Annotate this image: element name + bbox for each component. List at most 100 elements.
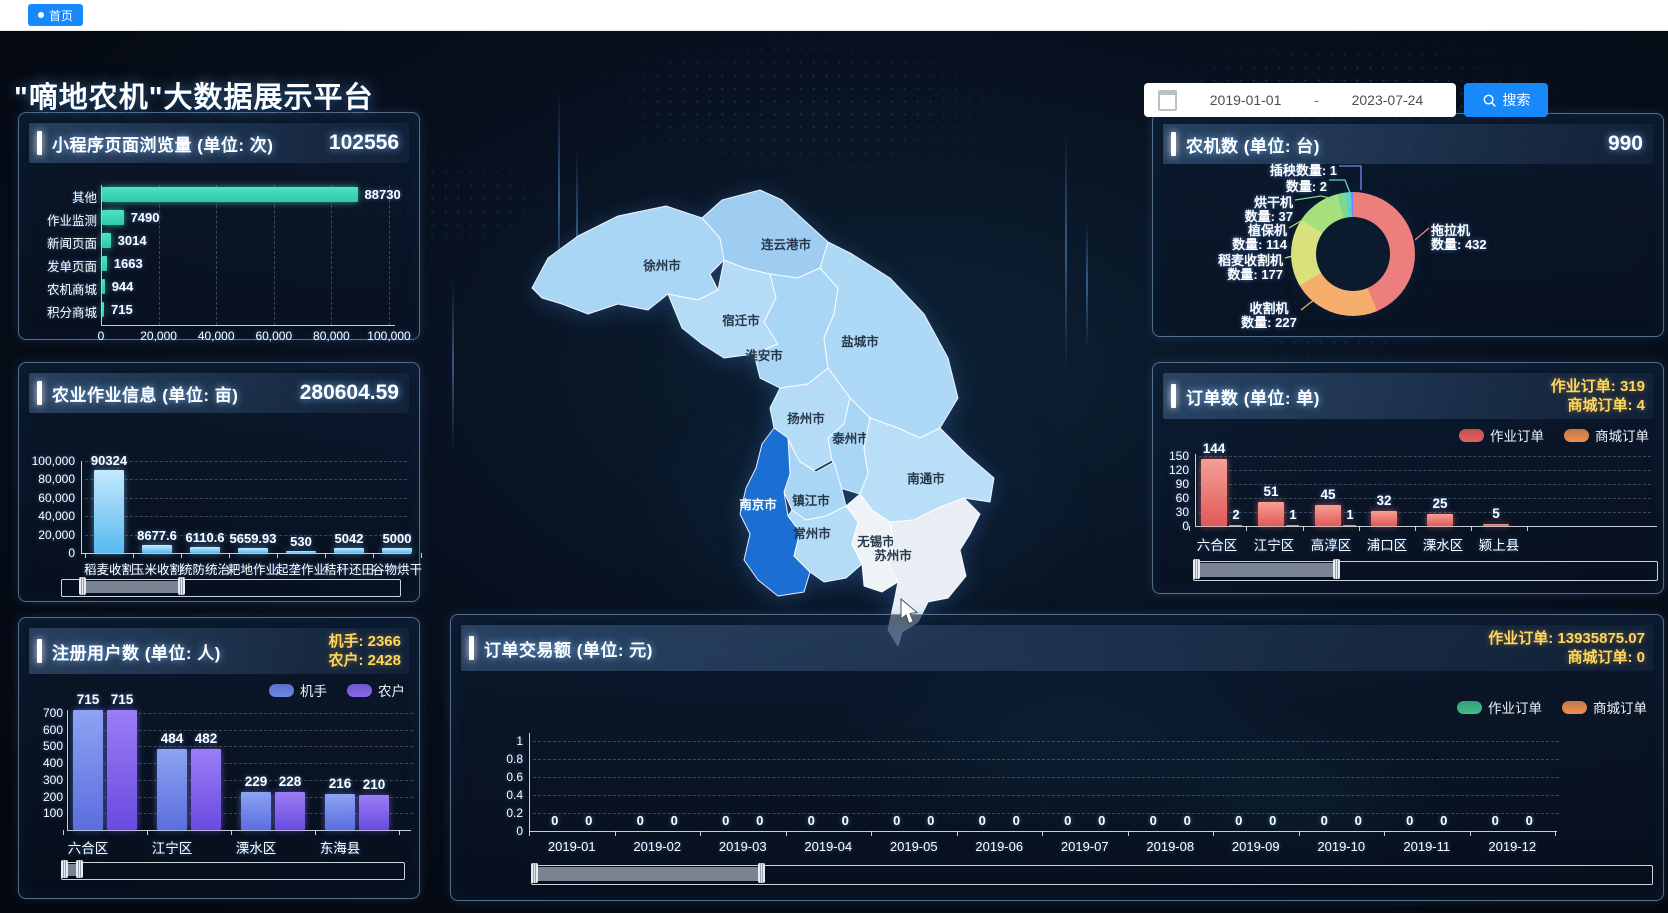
tick-label: 150 xyxy=(1153,449,1189,463)
value-label: 228 xyxy=(267,774,313,789)
donut-label: 数量: 227 xyxy=(1223,312,1315,331)
value-label: 0 xyxy=(1177,813,1197,828)
datazoom-handle[interactable] xyxy=(1333,559,1340,579)
tick-label: 40,000 xyxy=(19,509,75,523)
map-label-宿迁市: 宿迁市 xyxy=(722,313,760,328)
value-label: 144 xyxy=(1189,441,1239,456)
value-label: 715 xyxy=(111,302,181,317)
map-region-连云港市[interactable] xyxy=(702,190,828,278)
datazoom-handle[interactable] xyxy=(79,577,86,595)
date-start-field[interactable]: 2019-01-01 xyxy=(1177,92,1314,108)
datazoom-handle[interactable] xyxy=(531,863,538,883)
value-label: 88730 xyxy=(365,187,435,202)
datazoom-handle[interactable] xyxy=(1193,559,1200,579)
gridline xyxy=(216,185,217,325)
axis-line xyxy=(277,553,278,558)
datazoom-handle[interactable] xyxy=(758,863,765,883)
chart-legend: 作业订单 商城订单 xyxy=(1459,425,1649,445)
legend-item-nonghu[interactable]: 农户 xyxy=(347,680,405,700)
datazoom-handle[interactable] xyxy=(178,577,185,595)
tab-home[interactable]: 首页 xyxy=(28,4,83,26)
axis-line xyxy=(786,831,787,836)
axis-line xyxy=(1384,831,1385,836)
axis-line xyxy=(1128,831,1129,836)
datazoom-handle[interactable] xyxy=(76,860,83,878)
datazoom-handle[interactable] xyxy=(61,860,68,878)
axis-line xyxy=(1471,526,1472,531)
value-label: 45 xyxy=(1303,487,1353,502)
bar xyxy=(241,792,271,830)
value-label: 90324 xyxy=(74,453,144,468)
datazoom-window[interactable] xyxy=(1196,563,1337,577)
category-label: 六合区 xyxy=(53,837,123,857)
bar xyxy=(382,548,412,553)
tick-label: 0.8 xyxy=(481,752,523,766)
tick-label: 0 xyxy=(481,824,523,838)
legend-item-work-orders[interactable]: 作业订单 xyxy=(1459,425,1544,445)
panel-order-amount: 订单交易额 (单位: 元) 作业订单: 13935875.07 商城订单: 0 … xyxy=(450,614,1664,901)
legend-item-mall-orders[interactable]: 商城订单 xyxy=(1562,697,1647,717)
bar xyxy=(191,749,221,830)
bar xyxy=(142,545,172,553)
legend-item-mall-orders[interactable]: 商城订单 xyxy=(1564,425,1649,445)
category-label: 发单页面 xyxy=(19,256,97,275)
tick-label: 60 xyxy=(1153,491,1189,505)
panel-machines: 农机数 (单位: 台) 990 拖拉机数量: 432收割机数量: 227稻麦收割… xyxy=(1152,113,1664,337)
datazoom-slider[interactable] xyxy=(531,865,1653,885)
value-label: 0 xyxy=(921,813,941,828)
category-label: 颍上县 xyxy=(1467,534,1531,554)
axis-line xyxy=(1303,526,1304,531)
value-label: 0 xyxy=(1485,813,1505,828)
gridline xyxy=(1199,456,1651,457)
tick-label: 20,000 xyxy=(131,329,187,343)
date-range-picker[interactable]: 2019-01-01 - 2023-07-24 xyxy=(1144,83,1456,117)
datazoom-window[interactable] xyxy=(534,867,762,881)
datazoom-slider[interactable] xyxy=(1193,561,1658,581)
gridline xyxy=(85,479,407,480)
legend-label: 商城订单 xyxy=(1595,425,1649,445)
datazoom-slider[interactable] xyxy=(61,579,401,597)
value-label: 0 xyxy=(1434,813,1454,828)
axis-line xyxy=(529,831,530,836)
panel-registered-users: 注册用户数 (单位: 人) 机手: 2366 农户: 2428 机手 农户 10… xyxy=(18,617,420,899)
category-label: 2019-05 xyxy=(879,839,949,854)
orders-chart: 03060901201501442六合区511江宁区451高淳区32浦口区25溧… xyxy=(1153,363,1663,593)
value-label: 3014 xyxy=(118,233,188,248)
axis-line xyxy=(1042,831,1043,836)
axis-line xyxy=(85,553,86,558)
jiangsu-province-map[interactable]: 徐州市连云港市宿迁市淮安市盐城市扬州市泰州市南通市镇江市南京市常州市无锡市苏州市 xyxy=(470,130,1030,650)
tick-label: 700 xyxy=(19,706,63,720)
value-label: 715 xyxy=(99,692,145,707)
axis-line xyxy=(615,831,616,836)
legend-label: 商城订单 xyxy=(1593,697,1647,717)
tab-dot-icon xyxy=(38,12,44,18)
category-label: 2019-03 xyxy=(708,839,778,854)
tick-label: 80,000 xyxy=(303,329,359,343)
axis-line xyxy=(101,325,395,326)
value-label: 0 xyxy=(545,813,565,828)
value-label: 0 xyxy=(887,813,907,828)
gridline xyxy=(1199,470,1651,471)
datazoom-window[interactable] xyxy=(82,581,182,593)
bar xyxy=(1229,525,1242,527)
map-label-淮安市: 淮安市 xyxy=(745,348,783,363)
bar xyxy=(73,710,103,830)
axis-line xyxy=(1527,526,1528,531)
panel-orders: 订单数 (单位: 单) 作业订单: 319 商城订单: 4 作业订单 商城订单 … xyxy=(1152,362,1664,594)
date-end-field[interactable]: 2023-07-24 xyxy=(1319,92,1456,108)
legend-item-jishou[interactable]: 机手 xyxy=(269,680,327,700)
map-region-徐州市[interactable] xyxy=(532,206,724,314)
registered-users-chart: 100200300400500600700715715六合区484482江宁区2… xyxy=(19,618,419,898)
search-button[interactable]: 搜索 xyxy=(1464,83,1548,117)
category-label: 作业监测 xyxy=(19,210,97,229)
bar xyxy=(334,548,364,553)
datazoom-slider[interactable] xyxy=(61,862,405,880)
axis-line xyxy=(1470,831,1471,836)
map-label-扬州市: 扬州市 xyxy=(787,411,825,426)
legend-item-work-orders[interactable]: 作业订单 xyxy=(1457,697,1542,717)
value-label: 5 xyxy=(1471,506,1521,521)
gridline xyxy=(331,185,332,325)
panel-page-views: 小程序页面浏览量 (单位: 次) 102556 020,00040,00060,… xyxy=(18,112,420,340)
legend-swatch xyxy=(1459,429,1484,442)
category-label: 其他 xyxy=(19,187,97,206)
